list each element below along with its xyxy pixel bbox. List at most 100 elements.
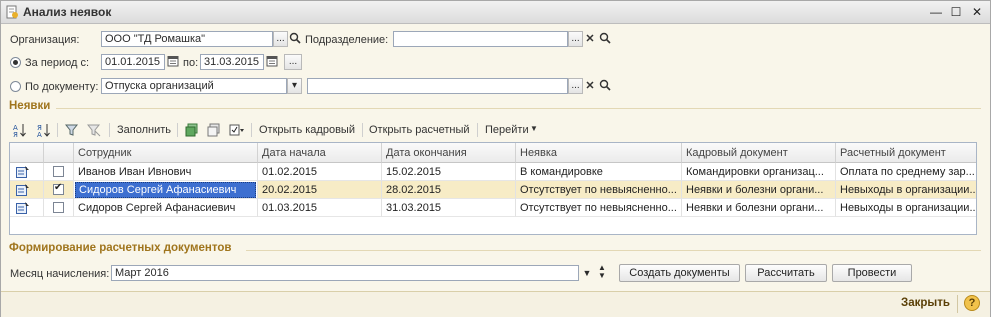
end-cell[interactable]: 31.03.2015 (382, 199, 516, 217)
column-header-hr-doc[interactable]: Кадровый документ (682, 143, 836, 163)
to-label: по: (183, 57, 199, 69)
doc-clear-icon[interactable]: ✕ (583, 79, 597, 93)
doc-type-dropdown-icon[interactable]: ▾ (287, 78, 302, 94)
clear-filter-icon[interactable] (86, 123, 101, 137)
start-cell[interactable]: 20.02.2015 (258, 181, 382, 199)
dept-clear-icon[interactable]: ✕ (583, 32, 597, 46)
hr-doc-cell[interactable]: Командировки организац... (682, 163, 836, 181)
toolbar-separator (177, 123, 178, 137)
calendar-from-icon[interactable] (166, 55, 180, 69)
toolbar-separator (109, 123, 110, 137)
document-row-icon (16, 184, 29, 196)
month-label: Месяц начисления: (10, 268, 110, 280)
column-header-icon (10, 143, 44, 163)
analysis-window: Анализ неявок — ☐ ✕ Организация: ООО "ТД… (0, 0, 991, 317)
fill-button[interactable]: Заполнить (117, 124, 171, 136)
open-hr-button[interactable]: Открыть кадровый (259, 124, 355, 136)
row-check-cell[interactable] (44, 163, 74, 181)
unpost-all-icon[interactable] (207, 123, 221, 137)
document-row-icon (16, 166, 29, 178)
hr-doc-cell[interactable]: Неявки и болезни органи... (682, 181, 836, 199)
employee-cell[interactable]: Иванов Иван Ивнович (74, 163, 258, 181)
bydoc-radio[interactable] (10, 81, 21, 92)
absence-cell[interactable]: Отсутствует по невыясненно... (516, 199, 682, 217)
close-button[interactable]: Закрыть (901, 297, 950, 309)
calendar-to-icon[interactable] (265, 55, 279, 69)
calculate-button[interactable]: Рассчитать (745, 264, 827, 282)
column-header-start[interactable]: Дата начала (258, 143, 382, 163)
column-header-absence[interactable]: Неявка (516, 143, 682, 163)
row-icon-cell (10, 199, 44, 217)
date-to-field[interactable]: 31.03.2015 (200, 54, 264, 70)
open-payroll-button[interactable]: Открыть расчетный (369, 124, 470, 136)
goto-menu-button[interactable]: Перейти (485, 124, 529, 136)
dept-search-icon[interactable] (598, 32, 612, 46)
doc-field[interactable] (307, 78, 568, 94)
column-header-payroll-doc[interactable]: Расчетный документ (836, 143, 976, 163)
sort-desc-icon[interactable]: ЯA (37, 123, 51, 139)
period-select-button[interactable]: ... (284, 54, 302, 70)
maximize-button[interactable]: ☐ (947, 3, 965, 21)
absences-section-title: Неявки (9, 100, 51, 112)
svg-text:Я: Я (13, 131, 18, 137)
row-checkbox[interactable] (53, 166, 64, 177)
select-all-icon[interactable] (229, 123, 244, 137)
payroll-section-title: Формирование расчетных документов (9, 242, 232, 254)
title-bar: Анализ неявок — ☐ ✕ (1, 1, 990, 24)
minimize-button[interactable]: — (927, 3, 945, 21)
absence-cell[interactable]: Отсутствует по невыясненно... (516, 181, 682, 199)
doc-type-select[interactable]: Отпуска организаций (101, 78, 287, 94)
employee-cell[interactable]: Сидоров Сергей Афанасиевич (74, 181, 258, 199)
dept-label: Подразделение: (305, 34, 389, 46)
start-cell[interactable]: 01.03.2015 (258, 199, 382, 217)
payroll-doc-cell[interactable]: Невыходы в организации... (836, 199, 976, 217)
hr-doc-cell[interactable]: Неявки и болезни органи... (682, 199, 836, 217)
month-dropdown-icon[interactable]: ▼ (580, 266, 594, 280)
end-cell[interactable]: 15.02.2015 (382, 163, 516, 181)
goto-chevron-down-icon[interactable]: ▼ (530, 124, 538, 133)
post-button[interactable]: Провести (832, 264, 912, 282)
toolbar-separator (477, 123, 478, 137)
date-from-field[interactable]: 01.01.2015 (101, 54, 165, 70)
svg-text:A: A (37, 131, 42, 137)
org-field[interactable]: ООО "ТД Ромашка" (101, 31, 273, 47)
month-spinner-icon[interactable]: ▲ ▼ (595, 264, 609, 280)
toolbar-separator (57, 123, 58, 137)
help-icon[interactable]: ? (964, 295, 980, 311)
payroll-doc-cell[interactable]: Невыходы в организации... (836, 181, 976, 199)
org-search-icon[interactable] (288, 32, 302, 46)
close-window-button[interactable]: ✕ (968, 3, 986, 21)
row-icon-cell (10, 163, 44, 181)
row-check-cell[interactable] (44, 181, 74, 199)
payroll-doc-cell[interactable]: Оплата по среднему зар... (836, 163, 976, 181)
create-documents-button[interactable]: Создать документы (619, 264, 740, 282)
sort-asc-icon[interactable]: AЯ (13, 123, 27, 139)
row-checkbox[interactable] (53, 182, 64, 195)
row-checkbox[interactable] (53, 202, 64, 213)
bydoc-label: По документу: (25, 81, 99, 93)
doc-search-icon[interactable] (598, 79, 612, 93)
period-label: За период с: (25, 57, 90, 69)
start-cell[interactable]: 01.02.2015 (258, 163, 382, 181)
section-divider (246, 250, 981, 251)
selected-employee-text: Сидоров Сергей Афанасиевич (75, 182, 256, 198)
employee-cell[interactable]: Сидоров Сергей Афанасиевич (74, 199, 258, 217)
dept-field[interactable] (393, 31, 568, 47)
row-check-cell[interactable] (44, 199, 74, 217)
absence-cell[interactable]: В командировке (516, 163, 682, 181)
column-header-employee[interactable]: Сотрудник (74, 143, 258, 163)
toolbar-separator (362, 123, 363, 137)
post-all-icon[interactable] (185, 123, 199, 137)
doc-select-button[interactable]: ... (568, 78, 583, 94)
section-divider (56, 108, 981, 109)
org-select-button[interactable]: ... (273, 31, 288, 47)
dept-select-button[interactable]: ... (568, 31, 583, 47)
filter-icon[interactable] (64, 123, 79, 137)
footer-separator (957, 295, 958, 313)
period-radio[interactable] (10, 57, 21, 68)
month-field[interactable]: Март 2016 (111, 265, 579, 281)
column-header-end[interactable]: Дата окончания (382, 143, 516, 163)
window-title: Анализ неявок (23, 5, 112, 19)
absences-table[interactable]: Сотрудник Дата начала Дата окончания Нея… (9, 142, 977, 235)
end-cell[interactable]: 28.02.2015 (382, 181, 516, 199)
